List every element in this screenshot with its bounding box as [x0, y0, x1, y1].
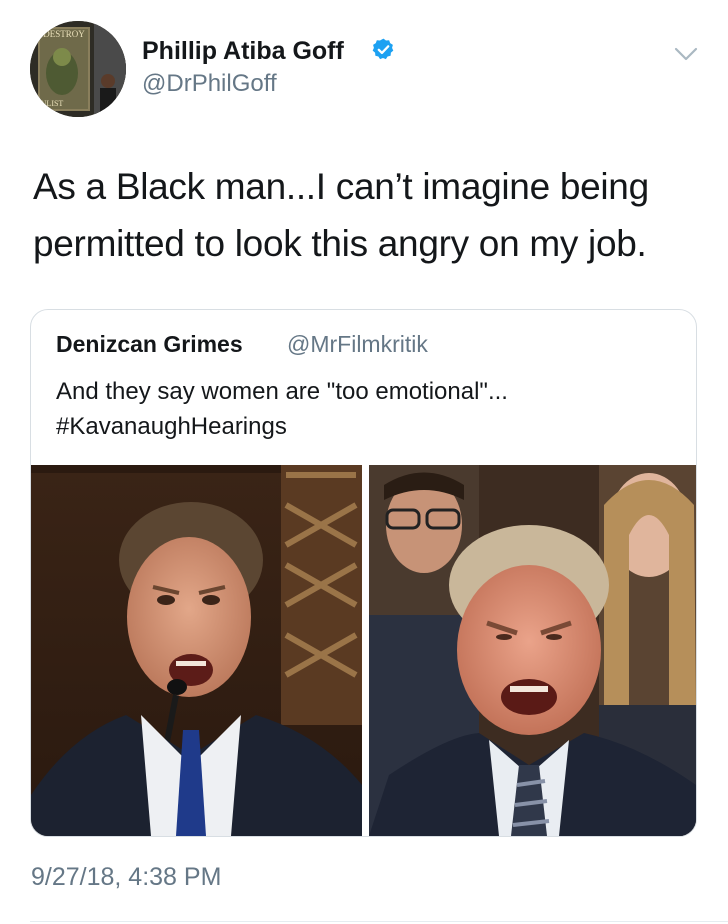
avatar-photo-icon: DESTROY NLIST: [30, 21, 126, 117]
chevron-down-icon[interactable]: [672, 40, 700, 68]
divider: [30, 921, 728, 922]
tweet-timestamp[interactable]: 9/27/18, 4:38 PM: [31, 862, 221, 892]
photo-angry-man-shouting-icon: [369, 465, 696, 836]
avatar-poster-bottom: NLIST: [41, 99, 64, 108]
quoted-display-name[interactable]: Denizcan Grimes: [56, 330, 243, 358]
verified-badge-icon: [372, 38, 394, 60]
avatar-poster-title: DESTROY: [43, 29, 85, 39]
quoted-text: And they say women are "too emotional"..…: [56, 374, 656, 444]
media-photo-left[interactable]: [31, 465, 362, 836]
quoted-tweet[interactable]: Denizcan Grimes @MrFilmkritik And they s…: [30, 309, 697, 837]
author-avatar[interactable]: DESTROY NLIST: [30, 21, 126, 117]
quoted-text-line1: And they say women are "too emotional"..…: [56, 378, 508, 405]
author-handle[interactable]: @DrPhilGoff: [142, 70, 277, 98]
quoted-handle[interactable]: @MrFilmkritik: [287, 330, 428, 358]
media-photo-right[interactable]: [369, 465, 696, 836]
author-display-name[interactable]: Phillip Atiba Goff: [142, 36, 344, 66]
quoted-hashtag[interactable]: #KavanaughHearings: [56, 409, 656, 444]
tweet-text: As a Black man...I can’t imagine being p…: [33, 166, 649, 264]
tweet: DESTROY NLIST Phillip Atiba Goff @DrPhil…: [0, 0, 728, 924]
photo-angry-man-microphone-icon: [31, 465, 362, 836]
